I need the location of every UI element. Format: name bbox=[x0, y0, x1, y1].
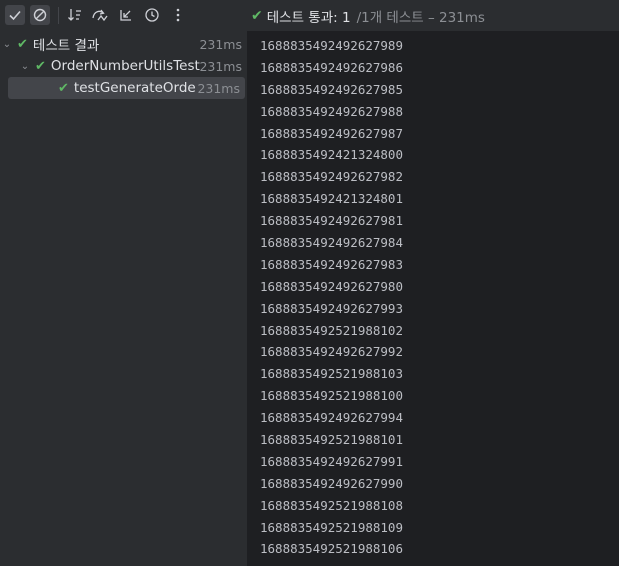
check-icon: ✔ bbox=[35, 58, 46, 74]
output-line: 1688835492492627985 bbox=[260, 81, 403, 97]
collapse-all-button[interactable] bbox=[116, 5, 136, 25]
output-line: 1688835492521988106 bbox=[260, 541, 403, 557]
output-line: 1688835492492627994 bbox=[260, 410, 403, 426]
collapse-icon bbox=[120, 10, 131, 21]
output-line: 1688835492492627984 bbox=[260, 235, 403, 251]
output-line: 1688835492492627989 bbox=[260, 38, 403, 53]
output-line: 1688835492521988102 bbox=[260, 322, 403, 338]
tree-item-label: testGenerateOrderN bbox=[73, 80, 196, 96]
output-line: 1688835492521988101 bbox=[260, 432, 403, 448]
output-line: 1688835492521988100 bbox=[260, 388, 403, 404]
check-icon: ✔ bbox=[58, 80, 69, 96]
tree-item-label: OrderNumberUtilsTest bbox=[50, 58, 200, 74]
more-icon bbox=[176, 8, 180, 22]
tree-item-test-method[interactable]: ✔ testGenerateOrderN 231ms bbox=[8, 77, 245, 99]
more-options-button[interactable] bbox=[168, 5, 188, 25]
output-line: 1688835492521988109 bbox=[260, 519, 403, 535]
check-toggle-icon bbox=[9, 10, 21, 21]
import-icon bbox=[92, 9, 108, 22]
tree-item-duration: 231ms bbox=[199, 58, 242, 74]
tree-item-test-results[interactable]: ⌄ ✔ 테스트 결과 231ms bbox=[0, 33, 247, 55]
chevron-down-icon[interactable]: ⌄ bbox=[1, 39, 13, 50]
output-line: 1688835492492627986 bbox=[260, 59, 403, 75]
test-toolbar: ✔ 테스트 통과: 1 /1개 테스트 – 231ms bbox=[0, 0, 619, 31]
output-line: 1688835492492627992 bbox=[260, 344, 403, 360]
output-line: 1688835492492627983 bbox=[260, 256, 403, 272]
test-history-button[interactable] bbox=[142, 5, 162, 25]
status-passed-text: 테스트 통과: 1 bbox=[266, 10, 351, 26]
show-passed-button[interactable] bbox=[5, 5, 25, 25]
chevron-down-icon[interactable]: ⌄ bbox=[19, 61, 31, 72]
output-line: 1688835492492627981 bbox=[260, 213, 403, 229]
output-line: 1688835492492627982 bbox=[260, 169, 403, 185]
sort-icon bbox=[68, 9, 81, 21]
output-line: 1688835492421324800 bbox=[260, 147, 403, 163]
status-detail-text: /1개 테스트 – 231ms bbox=[356, 10, 485, 26]
tree-item-duration: 231ms bbox=[199, 36, 242, 52]
test-status-summary: ✔ 테스트 통과: 1 /1개 테스트 – 231ms bbox=[251, 6, 485, 26]
output-line: 1688835492492627988 bbox=[260, 103, 403, 119]
output-line: 1688835492492627993 bbox=[260, 300, 403, 316]
output-line: 1688835492521988108 bbox=[260, 497, 403, 513]
output-line: 1688835492492627991 bbox=[260, 453, 403, 469]
tree-item-test-class[interactable]: ⌄ ✔ OrderNumberUtilsTest 231ms bbox=[0, 55, 247, 77]
output-line: 1688835492521988103 bbox=[260, 366, 403, 382]
show-ignored-button[interactable] bbox=[30, 5, 50, 25]
tree-item-label: 테스트 결과 bbox=[32, 38, 100, 54]
check-icon: ✔ bbox=[17, 36, 28, 52]
console-output: 1688835492492627989 1688835492492627986 … bbox=[260, 35, 403, 560]
cancel-icon bbox=[33, 8, 47, 22]
history-icon bbox=[145, 8, 159, 22]
output-line: 1688835492421324801 bbox=[260, 191, 403, 207]
toolbar-separator bbox=[58, 7, 59, 24]
output-line: 1688835492492627990 bbox=[260, 475, 403, 491]
check-icon: ✔ bbox=[251, 8, 263, 24]
output-line: 1688835492492627987 bbox=[260, 125, 403, 141]
output-line: 1688835492492627980 bbox=[260, 278, 403, 294]
import-tests-button[interactable] bbox=[90, 5, 110, 25]
sort-button[interactable] bbox=[65, 5, 85, 25]
tree-item-duration: 231ms bbox=[197, 80, 240, 96]
